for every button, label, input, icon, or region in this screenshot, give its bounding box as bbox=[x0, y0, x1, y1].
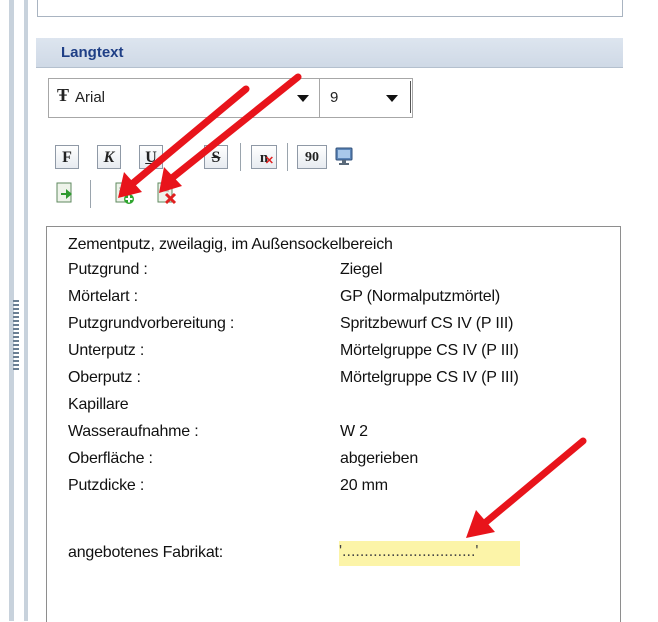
annotation-arrow bbox=[168, 73, 302, 182]
annotation-arrows bbox=[118, 73, 587, 538]
annotation-arrow bbox=[482, 437, 587, 526]
